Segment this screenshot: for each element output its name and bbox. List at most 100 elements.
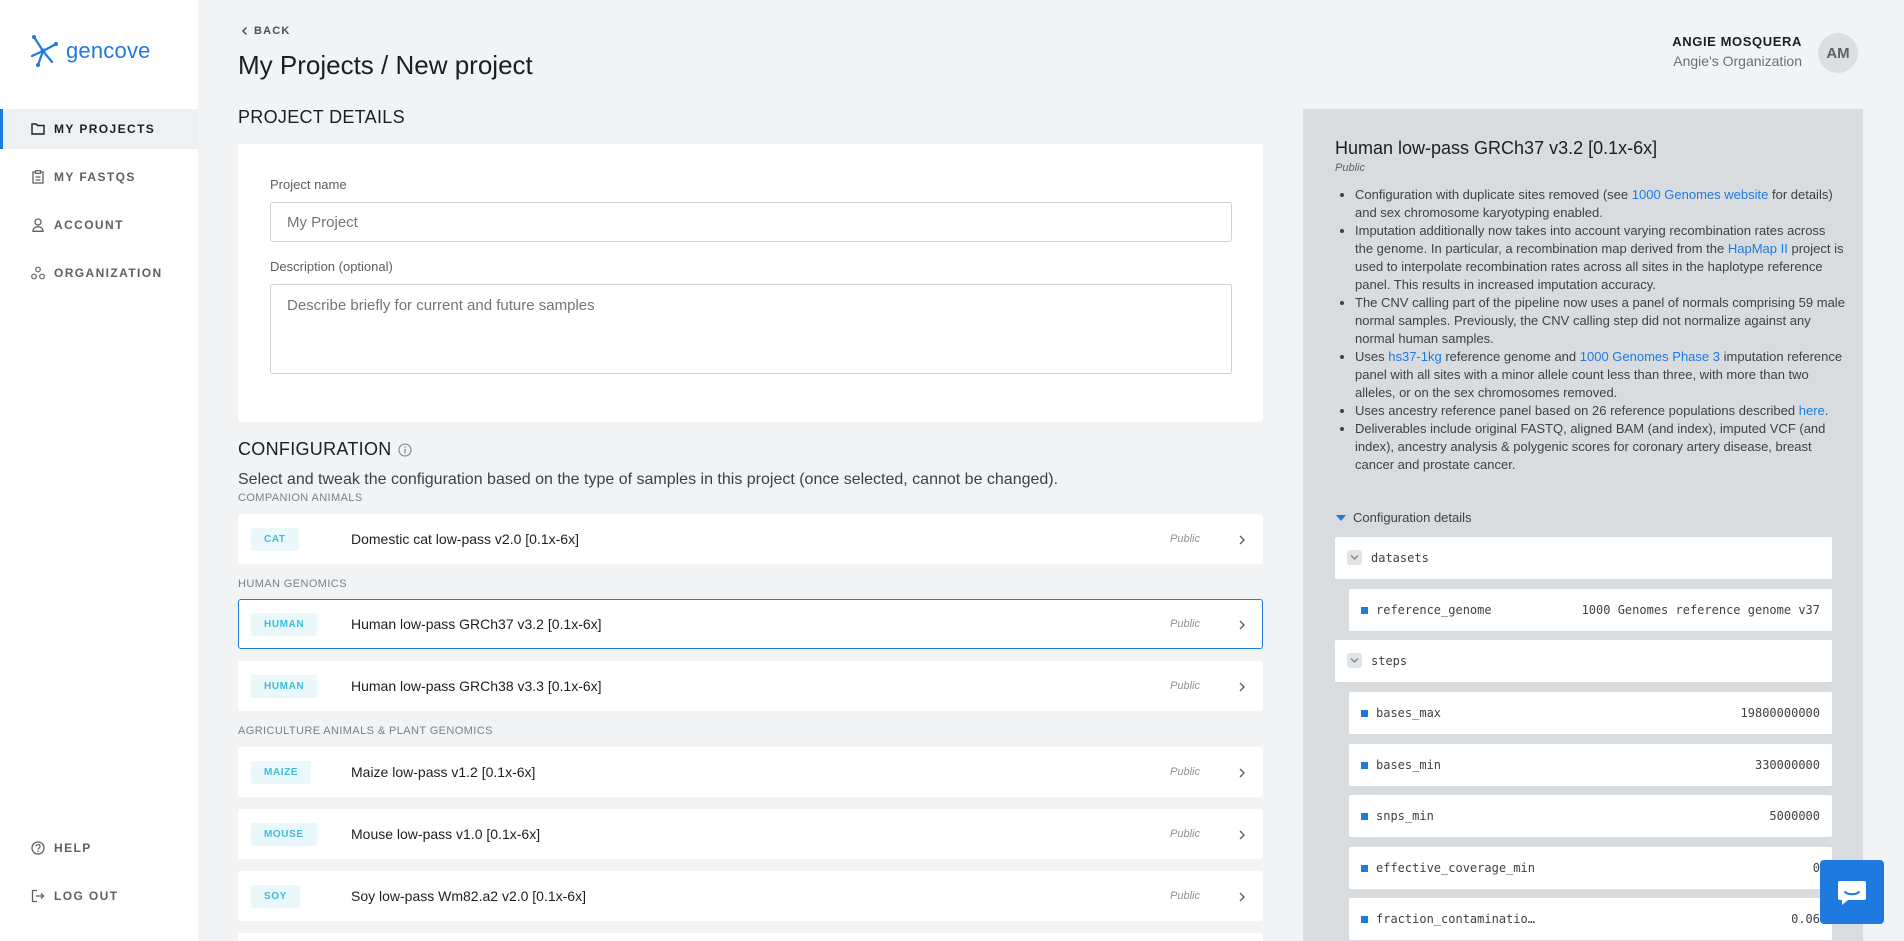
chevron-left-icon (241, 26, 248, 36)
configuration-description: Select and tweak the configuration based… (238, 471, 1059, 488)
user-name: ANGIE MOSQUERA (1672, 34, 1802, 49)
species-tag: MOUSE (251, 823, 317, 846)
config-name: Domestic cat low-pass v2.0 [0.1x-6x] (351, 531, 579, 547)
project-details-card: Project name Description (optional) (238, 144, 1263, 422)
chevron-right-icon (1239, 620, 1245, 630)
text: reference genome and (1441, 349, 1580, 364)
species-tag: CAT (251, 528, 299, 551)
tree-item-effective-coverage-min: effective_coverage_min 0 (1349, 847, 1832, 889)
chevron-right-icon (1239, 892, 1245, 902)
group-label-agriculture: AGRICULTURE ANIMALS & PLANT GENOMICS (238, 725, 493, 737)
chevron-right-icon (1239, 682, 1245, 692)
info-icon[interactable] (398, 442, 412, 457)
user-organization: Angie's Organization (1673, 53, 1802, 69)
visibility-label: Public (1170, 680, 1200, 692)
config-name: Soy low-pass Wm82.a2 v2.0 [0.1x-6x] (351, 888, 586, 904)
configuration-details-toggle[interactable]: Configuration details (1335, 510, 1472, 525)
brand-name: gencove (66, 38, 151, 63)
species-tag: SOY (251, 885, 300, 908)
sidebar-bottom-nav: HELP LOG OUT (0, 828, 198, 924)
config-row-mouse[interactable]: MOUSE Mouse low-pass v1.0 [0.1x-6x] Publ… (238, 809, 1263, 859)
config-row-cat[interactable]: CAT Domestic cat low-pass v2.0 [0.1x-6x]… (238, 514, 1263, 564)
sidebar-item-label: HELP (54, 841, 92, 855)
sidebar-item-label: ACCOUNT (54, 218, 124, 232)
tree-item-bases-max: bases_max 19800000000 (1349, 692, 1832, 734)
list-item: Configuration with duplicate sites remov… (1355, 186, 1845, 222)
organization-icon (30, 265, 46, 281)
tree-item-value: 0.06 (1791, 912, 1820, 926)
back-link[interactable]: BACK (240, 25, 291, 37)
chevron-right-icon (1239, 830, 1245, 840)
sidebar-item-label: MY FASTQS (54, 170, 136, 184)
sidebar-item-my-projects[interactable]: MY PROJECTS (0, 109, 198, 149)
text: Uses ancestry reference panel based on 2… (1355, 403, 1799, 418)
tree-group-steps: steps (1335, 640, 1832, 682)
config-row-human-grch38[interactable]: HUMAN Human low-pass GRCh38 v3.3 [0.1x-6… (238, 661, 1263, 711)
chat-icon (1838, 881, 1866, 905)
link-hapmap-ii[interactable]: HapMap II (1728, 241, 1788, 256)
config-row-partial[interactable] (238, 933, 1263, 941)
collapse-toggle[interactable] (1347, 653, 1362, 668)
tree-item-key: fraction_contaminatio… (1376, 912, 1535, 926)
sidebar-item-label: LOG OUT (54, 889, 119, 903)
user-info[interactable]: ANGIE MOSQUERA Angie's Organization (1672, 34, 1802, 69)
visibility-label: Public (1170, 766, 1200, 778)
config-row-human-grch37[interactable]: HUMAN Human low-pass GRCh37 v3.2 [0.1x-6… (238, 599, 1263, 649)
avatar[interactable]: AM (1818, 33, 1858, 73)
tree-item-value: 19800000000 (1740, 706, 1820, 720)
text: Deliverables include original FASTQ, ali… (1355, 421, 1826, 472)
tree-item-reference-genome: reference_genome 1000 Genomes reference … (1349, 589, 1832, 631)
list-item: The CNV calling part of the pipeline now… (1355, 294, 1845, 348)
page-title: My Projects / New project (238, 50, 533, 80)
config-name: Mouse low-pass v1.0 [0.1x-6x] (351, 826, 541, 842)
group-label-companion-animals: COMPANION ANIMALS (238, 492, 363, 504)
tree-item-snps-min: snps_min 5000000 (1349, 795, 1832, 837)
sidebar-item-log-out[interactable]: LOG OUT (0, 876, 198, 916)
visibility-label: Public (1170, 533, 1200, 545)
sidebar-item-help[interactable]: HELP (0, 828, 198, 868)
chat-support-button[interactable] (1820, 860, 1884, 924)
sidebar-item-my-fastqs[interactable]: MY FASTQS (0, 157, 198, 197)
tree-item-value: 5000000 (1769, 809, 1820, 823)
tree-bullet (1361, 916, 1368, 923)
text: Uses (1355, 349, 1389, 364)
project-name-label: Project name (270, 177, 347, 192)
link-1000-genomes-website[interactable]: 1000 Genomes website (1632, 187, 1769, 202)
panel-visibility: Public (1335, 162, 1365, 174)
gencove-logo[interactable]: gencove (30, 34, 151, 68)
chevron-right-icon (1239, 768, 1245, 778)
tree-bullet (1361, 607, 1368, 614)
tree-item-bases-min: bases_min 330000000 (1349, 744, 1832, 786)
panel-title: Human low-pass GRCh37 v3.2 [0.1x-6x] (1335, 138, 1658, 158)
tree-bullet (1361, 762, 1368, 769)
sidebar-item-account[interactable]: ACCOUNT (0, 205, 198, 245)
collapse-toggle[interactable] (1347, 550, 1362, 565)
sidebar-item-label: ORGANIZATION (54, 266, 163, 280)
config-name: Human low-pass GRCh38 v3.3 [0.1x-6x] (351, 678, 602, 694)
text: The CNV calling part of the pipeline now… (1355, 295, 1845, 346)
chevron-right-icon (1239, 535, 1245, 545)
tree-item-key: reference_genome (1376, 603, 1492, 617)
visibility-label: Public (1170, 828, 1200, 840)
config-row-maize[interactable]: MAIZE Maize low-pass v1.2 [0.1x-6x] Publ… (238, 747, 1263, 797)
visibility-label: Public (1170, 618, 1200, 630)
sidebar: gencove MY PROJECTS MY FASTQS ACCOUNT OR… (0, 0, 198, 941)
config-name: Maize low-pass v1.2 [0.1x-6x] (351, 764, 536, 780)
tree-item-key: effective_coverage_min (1376, 861, 1535, 875)
link-hs37-1kg[interactable]: hs37-1kg (1388, 349, 1441, 364)
configuration-details-label: Configuration details (1353, 510, 1472, 525)
list-item: Deliverables include original FASTQ, ali… (1355, 420, 1845, 474)
project-name-input[interactable] (270, 202, 1232, 242)
description-label: Description (optional) (270, 259, 393, 274)
text: Configuration with duplicate sites remov… (1355, 187, 1632, 202)
sidebar-item-organization[interactable]: ORGANIZATION (0, 253, 198, 293)
tree-item-fraction-contamination: fraction_contaminatio… 0.06 (1349, 898, 1832, 940)
tree-item-value: 0 (1812, 861, 1820, 875)
link-1000-genomes-phase-3[interactable]: 1000 Genomes Phase 3 (1580, 349, 1720, 364)
configuration-title: CONFIGURATION (238, 439, 392, 459)
help-icon (30, 840, 46, 856)
link-here[interactable]: here (1799, 403, 1825, 418)
logout-icon (30, 888, 46, 904)
description-input[interactable] (270, 284, 1232, 374)
config-row-soy[interactable]: SOY Soy low-pass Wm82.a2 v2.0 [0.1x-6x] … (238, 871, 1263, 921)
